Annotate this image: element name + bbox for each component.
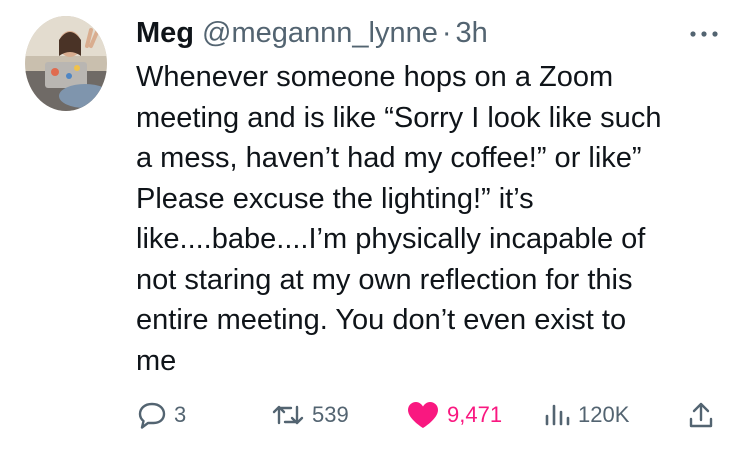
retweet-icon [271,401,305,429]
avatar-photo [25,16,107,111]
retweet-button[interactable]: 539 [271,397,349,433]
views-button[interactable]: 120K [543,397,629,433]
heart-icon [406,400,440,430]
like-count: 9,471 [447,402,503,427]
reply-count: 3 [174,402,187,427]
like-button[interactable]: 9,471 [406,397,502,433]
reply-icon [137,401,167,429]
timestamp[interactable]: 3h [456,16,488,50]
header-separator: · [441,17,452,49]
share-icon [686,400,716,430]
tweet-header: Meg @megannn_lynne · 3h [136,16,488,50]
views-chart-icon [543,402,571,428]
views-count: 120K [578,402,630,427]
avatar[interactable] [25,16,107,111]
author-handle[interactable]: @megannn_lynne [202,16,438,50]
more-dots-icon [690,31,718,37]
author-name[interactable]: Meg [136,16,194,50]
retweet-count: 539 [312,402,349,427]
reply-button[interactable]: 3 [137,397,186,433]
tweet-text: Whenever someone hops on a Zoom meeting … [136,61,662,377]
share-button[interactable] [686,397,723,433]
more-options-button[interactable] [684,24,724,44]
